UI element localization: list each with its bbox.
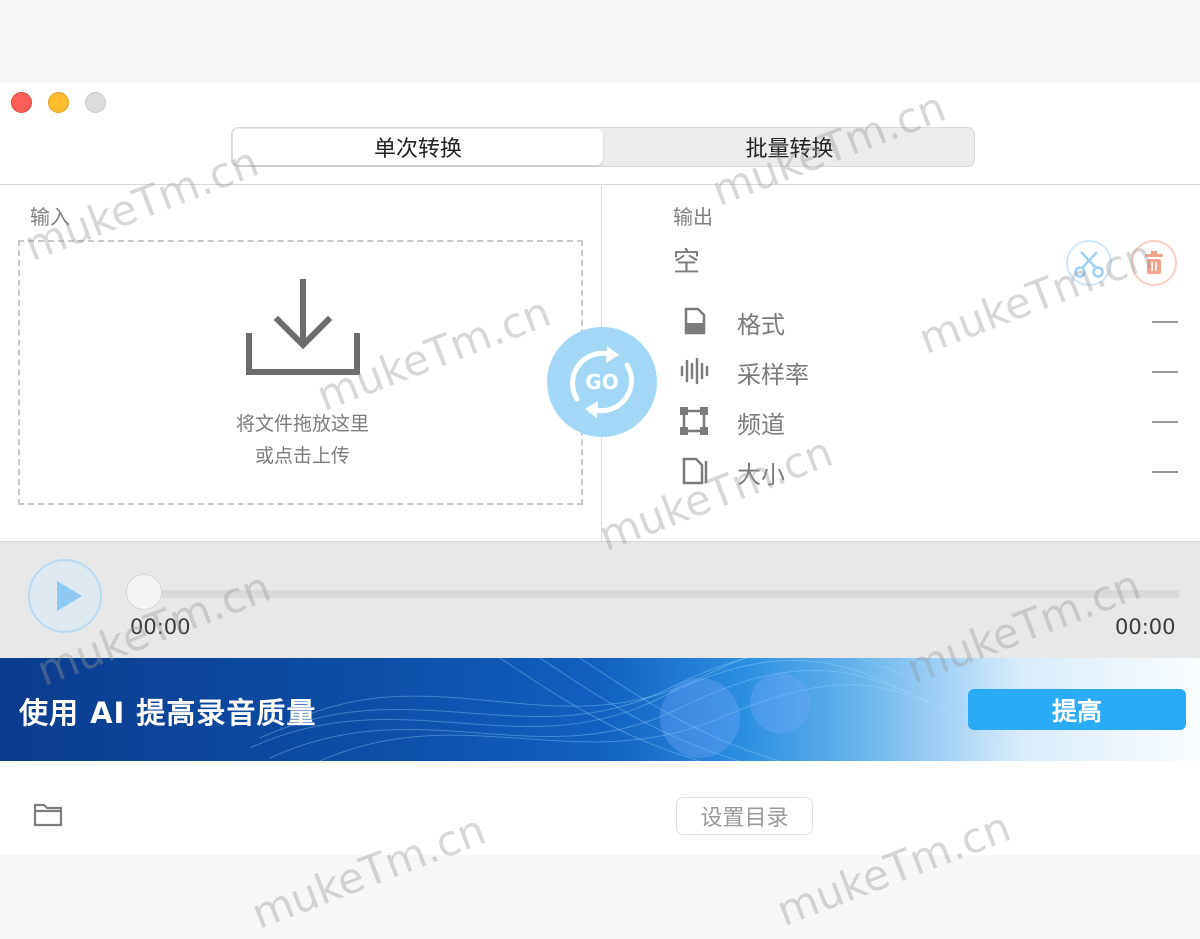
seek-track[interactable] <box>130 590 1180 598</box>
total-time: 00:00 <box>1115 615 1176 639</box>
document-icon <box>684 307 706 335</box>
audio-player: 00:00 00:00 <box>0 541 1200 658</box>
window-minimize-button[interactable] <box>48 92 69 113</box>
download-icon <box>246 279 360 375</box>
set-directory-button[interactable]: 设置目录 <box>676 797 813 835</box>
cut-button[interactable] <box>1066 240 1112 286</box>
window-maximize-button[interactable] <box>85 92 106 113</box>
prop-samplerate-value <box>1152 371 1178 373</box>
output-label: 输出 <box>673 205 713 229</box>
channel-frame-icon <box>680 407 708 435</box>
ai-enhance-banner: 使用 AI 提高录音质量 提高 <box>0 658 1200 761</box>
seek-knob[interactable] <box>126 574 162 610</box>
play-button[interactable] <box>28 559 102 633</box>
drop-hint-line2: 或点击上传 <box>254 445 350 467</box>
go-label: GO <box>585 370 619 394</box>
mode-segmented-control: 单次转换 批量转换 <box>231 127 975 167</box>
tab-batch-convert[interactable]: 批量转换 <box>604 128 975 166</box>
window-close-button[interactable] <box>11 92 32 113</box>
current-time: 00:00 <box>130 615 191 639</box>
play-icon <box>57 581 82 611</box>
drop-hint-line1: 将文件拖放这里 <box>235 413 369 435</box>
delete-button[interactable] <box>1131 240 1177 286</box>
trash-icon <box>1145 251 1163 274</box>
scissors-icon <box>1074 251 1104 278</box>
go-convert-button[interactable]: GO <box>547 327 657 437</box>
file-size-icon <box>682 457 708 485</box>
prop-channel-label: 频道 <box>737 411 785 439</box>
folder-icon[interactable] <box>33 801 63 827</box>
tab-single-convert[interactable]: 单次转换 <box>233 129 603 165</box>
banner-title: 使用 AI 提高录音质量 <box>19 696 317 730</box>
enhance-button[interactable]: 提高 <box>968 689 1186 730</box>
prop-format-label: 格式 <box>737 311 785 339</box>
prop-channel-value <box>1152 421 1178 423</box>
prop-format-value <box>1152 321 1178 323</box>
output-status: 空 <box>673 247 700 278</box>
prop-size-value <box>1152 471 1178 473</box>
app-window: 单次转换 批量转换 输入 将文件拖放这里 或点击上传 GO 输出 空 格式 采样… <box>0 83 1200 855</box>
input-label: 输入 <box>30 205 70 229</box>
file-drop-zone[interactable]: 将文件拖放这里 或点击上传 <box>18 240 583 505</box>
prop-size-label: 大小 <box>737 461 785 489</box>
header-divider <box>0 184 1200 185</box>
waveform-icon <box>680 357 709 385</box>
prop-samplerate-label: 采样率 <box>737 361 809 389</box>
